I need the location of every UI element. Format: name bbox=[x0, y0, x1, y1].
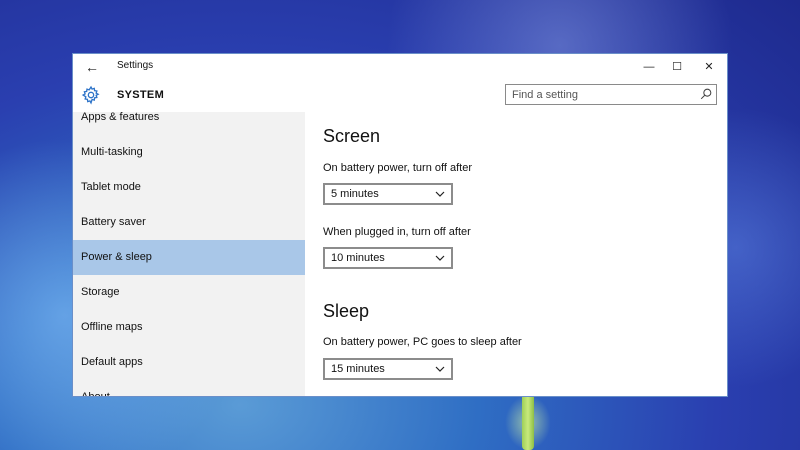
sleep-battery-dropdown[interactable]: 15 minutes bbox=[323, 358, 453, 380]
screen-plugged-value: 10 minutes bbox=[331, 252, 385, 264]
search-box[interactable] bbox=[505, 84, 717, 105]
sidebar: Apps & features Multi-tasking Tablet mod… bbox=[73, 112, 305, 396]
sidebar-item-offline-maps[interactable]: Offline maps bbox=[73, 310, 305, 345]
wallpaper-flower-stem bbox=[522, 390, 534, 450]
minimize-icon: — bbox=[643, 60, 655, 73]
screen-battery-value: 5 minutes bbox=[331, 188, 379, 200]
search-input[interactable] bbox=[506, 85, 691, 104]
page-title: SYSTEM bbox=[117, 89, 165, 101]
sleep-section-title: Sleep bbox=[323, 301, 370, 321]
chevron-down-icon bbox=[435, 366, 445, 372]
maximize-icon: ☐ bbox=[672, 61, 682, 73]
sidebar-item-power-sleep[interactable]: Power & sleep bbox=[73, 240, 305, 275]
screen-battery-label: On battery power, turn off after bbox=[323, 162, 472, 174]
page-header: SYSTEM bbox=[73, 79, 727, 112]
title-bar: ← Settings — ☐ ✕ bbox=[73, 54, 727, 79]
chevron-down-icon bbox=[435, 255, 445, 261]
back-arrow-icon: ← bbox=[85, 58, 99, 75]
sidebar-item-about[interactable]: About bbox=[73, 380, 305, 396]
settings-window: ← Settings — ☐ ✕ SYSTEM Find a setting A… bbox=[73, 54, 727, 396]
maximize-button[interactable]: ☐ bbox=[661, 54, 693, 79]
close-button[interactable]: ✕ bbox=[693, 54, 725, 79]
screen-plugged-label: When plugged in, turn off after bbox=[323, 226, 471, 238]
sidebar-item-apps-features[interactable]: Apps & features bbox=[73, 112, 305, 135]
search-icon[interactable] bbox=[699, 87, 713, 101]
screen-plugged-dropdown[interactable]: 10 minutes bbox=[323, 247, 453, 269]
sleep-battery-value: 15 minutes bbox=[331, 363, 385, 375]
gear-icon bbox=[81, 85, 100, 105]
sidebar-item-tablet-mode[interactable]: Tablet mode bbox=[73, 170, 305, 205]
window-title: Settings bbox=[117, 60, 154, 71]
screen-section-title: Screen bbox=[323, 126, 381, 146]
sidebar-item-storage[interactable]: Storage bbox=[73, 275, 305, 310]
chevron-down-icon bbox=[435, 191, 445, 197]
sidebar-item-battery-saver[interactable]: Battery saver bbox=[73, 205, 305, 240]
close-icon: ✕ bbox=[704, 61, 714, 73]
sidebar-item-multitasking[interactable]: Multi-tasking bbox=[73, 135, 305, 170]
sidebar-list: Apps & features Multi-tasking Tablet mod… bbox=[73, 112, 305, 396]
main-content: Screen On battery power, turn off after … bbox=[305, 112, 727, 396]
back-button[interactable]: ← bbox=[79, 56, 105, 77]
sleep-battery-label: On battery power, PC goes to sleep after bbox=[323, 336, 522, 348]
screen-battery-dropdown[interactable]: 5 minutes bbox=[323, 183, 453, 205]
sidebar-item-default-apps[interactable]: Default apps bbox=[73, 345, 305, 380]
